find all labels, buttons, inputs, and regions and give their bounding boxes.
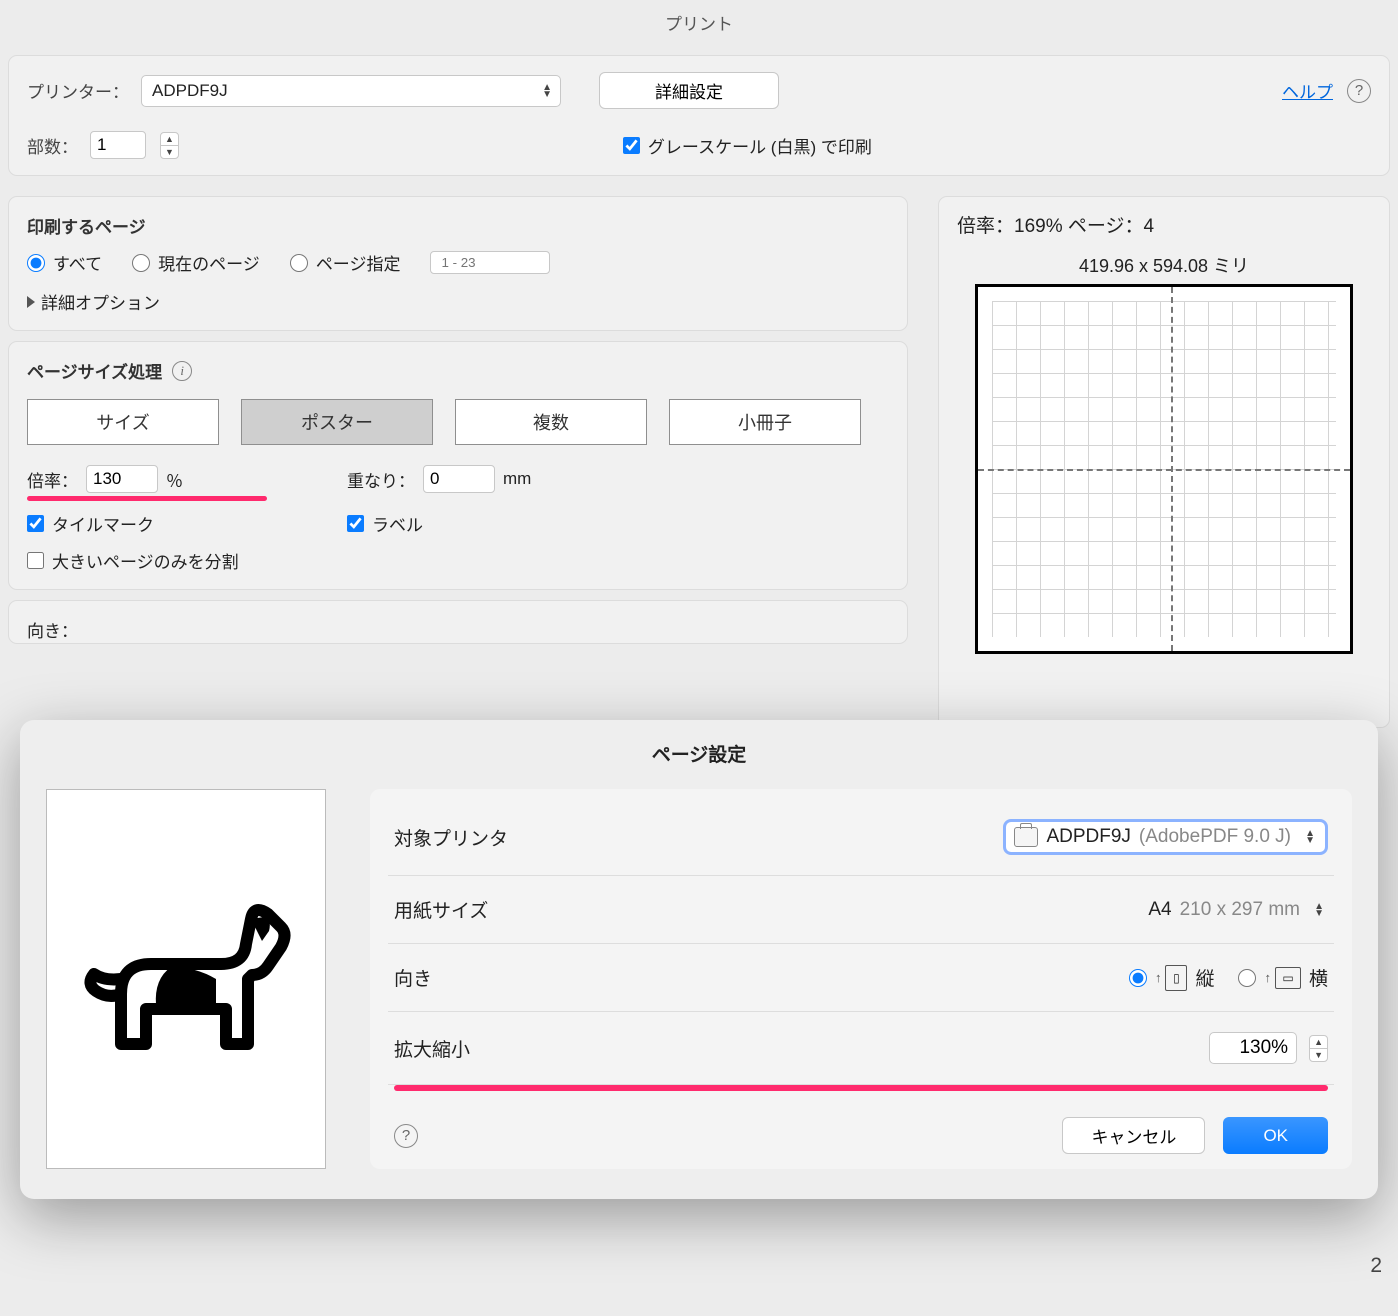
print-range-heading: 印刷するページ bbox=[27, 213, 889, 238]
background-page-number: 2 bbox=[1370, 1254, 1382, 1278]
overlap-label: 重なり： bbox=[347, 467, 415, 492]
dialog-title: ページ設定 bbox=[46, 740, 1352, 767]
printer-select[interactable]: ADPDF9J ▲▼ bbox=[141, 75, 561, 107]
dialog-fields: 対象プリンタ ADPDF9J (AdobePDF 9.0 J) ▲▼ 用紙サイズ… bbox=[370, 789, 1352, 1169]
printer-label: プリンター： bbox=[27, 78, 129, 103]
ok-button[interactable]: OK bbox=[1223, 1117, 1328, 1154]
grayscale-label: グレースケール (白黒) で印刷 bbox=[648, 133, 872, 158]
split-checkbox[interactable] bbox=[27, 552, 44, 569]
modal-scale-stepper[interactable]: ▲▼ bbox=[1309, 1035, 1328, 1062]
chevron-updown-icon: ▲▼ bbox=[1314, 903, 1324, 917]
target-printer-detail: (AdobePDF 9.0 J) bbox=[1139, 826, 1291, 848]
range-all-radio[interactable] bbox=[27, 254, 45, 272]
preview-thumbnail bbox=[975, 284, 1353, 654]
window-title: プリント bbox=[0, 0, 1398, 45]
labels-option[interactable]: ラベル bbox=[347, 511, 531, 536]
fold-line-horizontal bbox=[978, 469, 1350, 471]
scale-unit: ％ bbox=[166, 467, 183, 492]
orientation-label-modal: 向き bbox=[394, 964, 432, 991]
tab-multiple[interactable]: 複数 bbox=[455, 399, 647, 445]
split-option[interactable]: 大きいページのみを分割 bbox=[27, 548, 267, 573]
page-range-input[interactable] bbox=[430, 251, 550, 274]
target-printer-value: ADPDF9J bbox=[1046, 826, 1130, 848]
triangle-right-icon bbox=[27, 296, 35, 308]
overlap-input[interactable] bbox=[423, 465, 495, 493]
highlight-underline-1 bbox=[27, 496, 267, 501]
modal-scale-label: 拡大縮小 bbox=[394, 1035, 470, 1062]
scale-input[interactable] bbox=[86, 465, 158, 493]
orientation-portrait-radio[interactable] bbox=[1129, 969, 1147, 987]
page-setup-dialog: ページ設定 対象プリンタ ADPDF9J (AdobePDF 9.0 J) ▲▼ bbox=[20, 720, 1378, 1199]
cancel-button[interactable]: キャンセル bbox=[1062, 1117, 1205, 1154]
orientation-landscape-option[interactable]: ↑▭ 横 bbox=[1238, 964, 1328, 991]
more-options-toggle[interactable]: 詳細オプション bbox=[27, 289, 889, 314]
preview-dimensions: 419.96 x 594.08 ミリ bbox=[957, 252, 1371, 278]
portrait-icon: ↑▯ bbox=[1155, 965, 1188, 991]
modal-scale-input[interactable] bbox=[1209, 1032, 1297, 1064]
info-icon[interactable]: i bbox=[172, 361, 192, 381]
range-current-radio[interactable] bbox=[132, 254, 150, 272]
orientation-label: 向き： bbox=[27, 622, 78, 641]
range-all-option[interactable]: すべて bbox=[27, 250, 102, 275]
printer-value: ADPDF9J bbox=[152, 81, 228, 101]
dialog-help-icon[interactable]: ? bbox=[394, 1124, 418, 1148]
range-custom-option[interactable]: ページ指定 bbox=[290, 250, 401, 275]
scale-row: 倍率： ％ bbox=[27, 465, 267, 493]
chevron-updown-icon: ▲▼ bbox=[1305, 830, 1315, 844]
copies-stepper[interactable]: ▲▼ bbox=[160, 132, 179, 159]
orientation-landscape-radio[interactable] bbox=[1238, 969, 1256, 987]
labels-checkbox[interactable] bbox=[347, 515, 364, 532]
copies-input[interactable] bbox=[90, 131, 146, 159]
grayscale-checkbox[interactable] bbox=[623, 137, 640, 154]
dialog-preview bbox=[46, 789, 326, 1169]
advanced-settings-button[interactable]: 詳細設定 bbox=[599, 72, 779, 109]
overlap-unit: mm bbox=[503, 469, 531, 489]
page-size-heading: ページサイズ処理 bbox=[27, 358, 162, 383]
target-printer-label: 対象プリンタ bbox=[394, 824, 508, 851]
tilemark-checkbox[interactable] bbox=[27, 515, 44, 532]
chevron-updown-icon: ▲▼ bbox=[542, 84, 552, 98]
paper-size-label: 用紙サイズ bbox=[394, 896, 488, 923]
tab-size[interactable]: サイズ bbox=[27, 399, 219, 445]
tab-booklet[interactable]: 小冊子 bbox=[669, 399, 861, 445]
printer-panel: プリンター： ADPDF9J ▲▼ 詳細設定 ヘルプ ? 部数： ▲▼ グレース… bbox=[8, 55, 1390, 176]
sizing-tabs: サイズ ポスター 複数 小冊子 bbox=[27, 399, 889, 445]
paper-size-detail: 210 x 297 mm bbox=[1180, 899, 1300, 921]
printer-icon bbox=[1014, 827, 1038, 847]
copies-label: 部数： bbox=[27, 133, 78, 158]
target-printer-select[interactable]: ADPDF9J (AdobePDF 9.0 J) ▲▼ bbox=[1003, 819, 1328, 855]
paper-size-value: A4 bbox=[1148, 899, 1171, 921]
range-current-option[interactable]: 現在のページ bbox=[132, 250, 260, 275]
paper-size-select[interactable]: A4 210 x 297 mm ▲▼ bbox=[1148, 899, 1328, 921]
tab-poster[interactable]: ポスター bbox=[241, 399, 433, 445]
dog-icon bbox=[76, 879, 296, 1079]
page-size-panel: ページサイズ処理 i サイズ ポスター 複数 小冊子 倍率： ％ bbox=[8, 341, 908, 590]
preview-summary: 倍率：169% ページ：4 bbox=[957, 211, 1371, 238]
preview-panel: 倍率：169% ページ：4 419.96 x 594.08 ミリ bbox=[938, 196, 1390, 728]
grayscale-checkbox-wrap[interactable]: グレースケール (白黒) で印刷 bbox=[623, 133, 872, 158]
landscape-icon: ↑▭ bbox=[1264, 967, 1301, 989]
help-link[interactable]: ヘルプ bbox=[1282, 78, 1333, 103]
print-range-panel: 印刷するページ すべて 現在のページ ページ指定 詳細オプション bbox=[8, 196, 908, 331]
help-icon[interactable]: ? bbox=[1347, 79, 1371, 103]
overlap-row: 重なり： mm bbox=[347, 465, 531, 493]
tilemark-option[interactable]: タイルマーク bbox=[27, 511, 267, 536]
orientation-portrait-option[interactable]: ↑▯ 縦 bbox=[1129, 964, 1215, 991]
range-custom-radio[interactable] bbox=[290, 254, 308, 272]
highlight-underline-2 bbox=[394, 1085, 1328, 1091]
scale-label: 倍率： bbox=[27, 467, 78, 492]
orientation-panel: 向き： bbox=[8, 600, 908, 644]
